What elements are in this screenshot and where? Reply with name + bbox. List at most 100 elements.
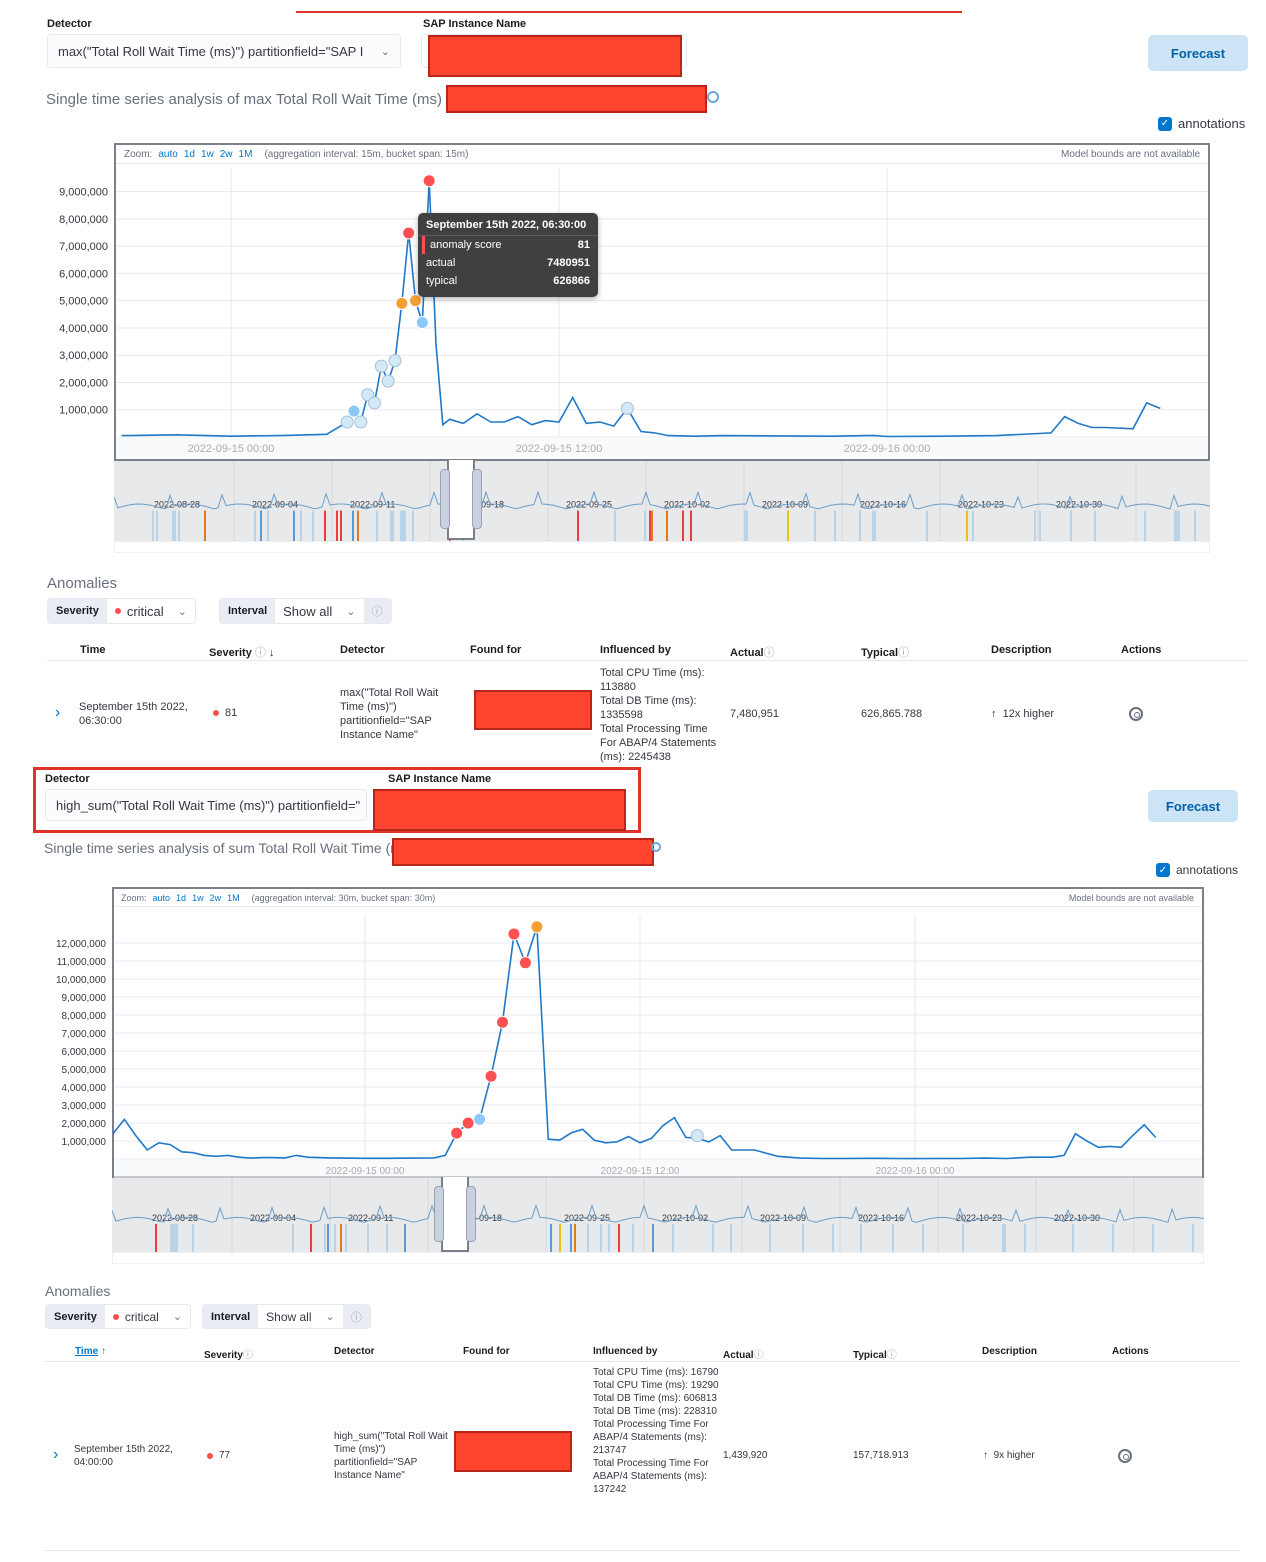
context-anomaly-bar <box>682 510 684 541</box>
cell-detector: max("Total Roll Wait Time (ms)") partiti… <box>340 687 439 741</box>
tooltip-value: 626866 <box>553 275 590 287</box>
help-icon[interactable]: ⓘ <box>342 1305 370 1328</box>
context-anomaly-bar <box>293 510 295 541</box>
brush-handle-right[interactable] <box>466 1186 476 1242</box>
cell-influenced-by: Total CPU Time (ms): 16790 Total CPU Tim… <box>593 1366 721 1496</box>
context-anomaly-bar <box>872 510 876 541</box>
help-icon: ⓘ <box>898 647 910 659</box>
brush-window[interactable] <box>441 1177 469 1252</box>
context-anomaly-bar <box>1070 510 1072 541</box>
context-anomaly-bar <box>192 1223 194 1252</box>
gear-icon[interactable] <box>1118 1449 1132 1463</box>
y-tick-label: 5,000,000 <box>59 296 108 308</box>
influencer: Total Processing Time For ABAP/4 Stateme… <box>600 723 717 763</box>
col-time[interactable]: Time <box>80 644 105 656</box>
gear-icon[interactable] <box>1129 707 1143 721</box>
interval-filter-value: Show all <box>266 1309 312 1324</box>
sort-down-icon: ↓ <box>268 647 275 659</box>
severity-filter[interactable]: Severity critical ⌄ <box>47 598 196 624</box>
context-anomaly-bar <box>922 1223 924 1252</box>
context-anomaly-bar <box>1034 510 1036 541</box>
brush-handle-left[interactable] <box>440 469 450 529</box>
anomaly-marker-critical <box>422 174 436 188</box>
tooltip-label: actual <box>426 257 456 269</box>
tooltip-label: typical <box>426 275 458 287</box>
influencer: Total Processing Time For ABAP/4 Stateme… <box>593 1419 709 1456</box>
context-anomaly-bar <box>834 510 836 541</box>
x-axis-band <box>114 1159 1202 1179</box>
sort-up-icon: ↑ <box>100 1346 106 1357</box>
critical-dot-icon <box>114 608 121 614</box>
interval-filter[interactable]: Interval Show all ⌄ ⓘ <box>202 1304 371 1329</box>
tooltip-row: typical 626866 <box>418 272 598 290</box>
context-anomaly-bar <box>832 1223 834 1252</box>
context-anomaly-bar <box>618 1223 620 1252</box>
context-anomaly-bar <box>412 510 414 541</box>
brush-handle-left[interactable] <box>434 1186 444 1242</box>
col-typical: Typicalⓘ <box>853 1346 897 1361</box>
context-anomaly-bar <box>390 510 394 541</box>
help-icon[interactable]: ⓘ <box>363 599 391 623</box>
col-found-for: Found for <box>463 1346 510 1357</box>
severity-score: 81 <box>225 707 238 719</box>
context-anomaly-bar <box>336 510 338 541</box>
tooltip-title: September 15th 2022, 06:30:00 <box>418 213 598 236</box>
context-anomaly-bar <box>292 1223 294 1252</box>
context-anomaly-bar <box>802 1223 804 1252</box>
table-divider <box>45 1361 1239 1362</box>
col-time[interactable]: Time ↑ <box>75 1346 106 1357</box>
context-anomaly-bar <box>312 510 314 541</box>
cell-description: ↑ 9x higher <box>983 1449 1035 1463</box>
severity-filter[interactable]: Severity critical ⌄ <box>45 1304 192 1329</box>
y-tick-label: 12,000,000 <box>56 939 106 950</box>
col-actual: Actualⓘ <box>723 1346 764 1361</box>
anomaly-marker-warning <box>620 401 634 415</box>
description-text: 12x higher <box>1002 708 1054 720</box>
info-icon[interactable] <box>651 842 661 852</box>
context-anomaly-bar <box>746 510 748 541</box>
expand-row-icon[interactable]: › <box>55 704 60 722</box>
y-tick-label: 6,000,000 <box>59 268 108 280</box>
detector-select[interactable]: high_sum("Total Roll Wait Time (ms)") pa… <box>45 789 367 821</box>
forecast-button[interactable]: Forecast <box>1148 790 1238 822</box>
context-anomaly-bar <box>787 510 789 541</box>
tooltip-label: anomaly score <box>430 239 502 251</box>
brush-handle-right[interactable] <box>472 469 482 529</box>
y-tick-label: 3,000,000 <box>62 1101 107 1112</box>
col-influenced-by: Influenced by <box>600 644 671 656</box>
context-anomaly-bar <box>352 510 354 541</box>
context-anomaly-bar <box>1144 510 1146 541</box>
interval-filter[interactable]: Interval Show all ⌄ ⓘ <box>219 598 392 624</box>
context-chart-2-svg: 2022-08-28 2022-09-04 2022-09-11 22-09-18 20… <box>112 1178 1204 1252</box>
context-anomaly-bar <box>690 510 692 541</box>
context-anomaly-bar <box>156 510 158 541</box>
cell-typical: 157,718.913 <box>853 1450 909 1461</box>
context-anomaly-bar <box>608 1223 610 1252</box>
anomaly-marker-warning <box>381 374 395 388</box>
anomaly-marker-critical <box>518 956 532 970</box>
anomaly-marker-critical <box>496 1015 509 1029</box>
help-icon: ⓘ <box>886 1350 897 1361</box>
col-severity[interactable]: Severityⓘ <box>204 1346 253 1361</box>
tooltip-row: anomaly score 81 <box>422 236 598 254</box>
y-tick-label: 11,000,000 <box>57 957 107 968</box>
table-row: › September 15th 2022, 04:00:00 77 high_… <box>45 1364 1239 1550</box>
y-tick-label: 6,000,000 <box>62 1047 107 1058</box>
y-tick-label: 5,000,000 <box>62 1065 107 1076</box>
context-anomaly-bar <box>730 1223 732 1252</box>
context-anomaly-bar <box>324 510 326 541</box>
influencer: Total CPU Time (ms): 16790 <box>593 1367 719 1378</box>
brush-window[interactable] <box>447 460 475 540</box>
table-divider <box>45 1550 1239 1551</box>
context-scrollbar[interactable] <box>112 1252 1204 1264</box>
context-anomaly-bar <box>962 1223 964 1252</box>
y-tick-label: 7,000,000 <box>59 241 108 253</box>
context-anomaly-bar <box>204 510 206 541</box>
expand-row-icon[interactable]: › <box>53 1446 58 1464</box>
context-anomaly-bar <box>859 510 861 541</box>
context-anomaly-bar <box>324 1223 326 1252</box>
severity-score: 77 <box>219 1450 231 1461</box>
context-scrollbar[interactable] <box>114 541 1210 553</box>
col-severity[interactable]: Severity ⓘ ↓ <box>209 644 274 660</box>
chart-title: Single time series analysis of sum Total… <box>44 840 402 856</box>
